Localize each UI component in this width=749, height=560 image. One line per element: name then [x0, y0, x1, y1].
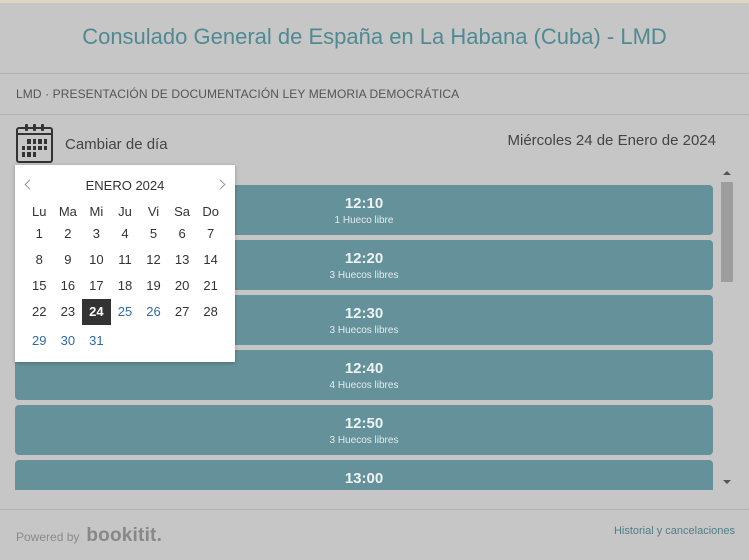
calendar-day: 16: [60, 278, 76, 293]
calendar-day: 7: [207, 226, 215, 241]
scroll-down-icon[interactable]: [723, 480, 731, 484]
weekday-label: Ma: [58, 204, 77, 219]
week-row: 22 23 24 25 26 27 28: [25, 299, 225, 325]
calendar-day: 8: [35, 252, 43, 267]
calendar-day-empty: [139, 328, 168, 354]
time-slot[interactable]: 13:00: [15, 460, 713, 490]
calendar-day: 10: [89, 252, 104, 267]
week-row: 1 2 3 4 5 6 7: [25, 221, 225, 247]
datepicker-month-title: ENERO 2024: [85, 178, 165, 193]
calendar-day: 14: [203, 252, 218, 267]
weekday-label: Lu: [32, 204, 47, 219]
weekday-label: Mi: [89, 204, 104, 219]
slot-list-scrollbar[interactable]: [719, 166, 735, 490]
scroll-up-icon[interactable]: [723, 171, 731, 175]
calendar-day: 4: [121, 226, 129, 241]
next-month-chevron-icon[interactable]: [215, 178, 229, 192]
weekday-label: Do: [202, 204, 219, 219]
change-day-button[interactable]: Cambiar de día: [65, 136, 168, 153]
weekday-header-row: Lu Ma Mi Ju Vi Sa Do: [25, 203, 225, 221]
calendar-day: 15: [32, 278, 47, 293]
day-selector-bar: Cambiar de día Miércoles 24 de Enero de …: [0, 116, 749, 166]
week-row: 8 9 10 11 12 13 14: [25, 247, 225, 273]
calendar-day: 13: [174, 252, 190, 267]
bookitit-logo: bookitit.: [86, 525, 163, 546]
week-row: 15 16 17 18 19 20 21: [25, 273, 225, 299]
calendar-day: 27: [174, 304, 190, 319]
page-footer: Powered by bookitit. Historial y cancela…: [0, 509, 749, 555]
slot-availability: 4 Huecos libres: [329, 380, 399, 391]
calendar-day-empty: [168, 328, 197, 354]
calendar-day: 28: [203, 304, 218, 319]
calendar-day-empty: [111, 328, 140, 354]
weekday-label: Ju: [118, 204, 132, 219]
calendar-day: 12: [146, 252, 161, 267]
calendar-day-available[interactable]: 29: [25, 328, 54, 354]
calendar-day-selected[interactable]: 24: [82, 299, 111, 325]
datepicker-grid: Lu Ma Mi Ju Vi Sa Do 1 2 3 4 5 6 7 8 9 1…: [25, 203, 225, 354]
calendar-day-available[interactable]: 26: [139, 299, 168, 325]
scrollbar-thumb[interactable]: [721, 182, 733, 282]
calendar-icon[interactable]: [16, 124, 53, 163]
calendar-day: 2: [64, 226, 72, 241]
datepicker-popup: ENERO 2024 Lu Ma Mi Ju Vi Sa Do 1 2 3 4 …: [15, 165, 235, 362]
powered-by: Powered by bookitit.: [16, 525, 162, 547]
calendar-day: 5: [149, 226, 158, 241]
service-bar: LMD · PRESENTACIÓN DE DOCUMENTACIÓN LEY …: [0, 73, 749, 115]
slot-time: 12:40: [344, 360, 384, 377]
calendar-day: 18: [117, 278, 133, 293]
powered-by-label: Powered by: [16, 530, 80, 544]
page-title: Consulado General de España en La Habana…: [82, 24, 667, 49]
calendar-day: 11: [118, 252, 132, 267]
week-row: 29 30 31: [25, 328, 225, 354]
calendar-day-empty: [196, 328, 225, 354]
slot-time: 12:50: [344, 415, 384, 432]
page-header: Consulado General de España en La Habana…: [0, 3, 749, 73]
calendar-day: 20: [174, 278, 190, 293]
weekday-label: Sa: [174, 204, 191, 219]
service-name: LMD · PRESENTACIÓN DE DOCUMENTACIÓN LEY …: [16, 87, 460, 101]
calendar-day-available[interactable]: 30: [54, 328, 83, 354]
calendar-day: 23: [60, 304, 76, 319]
slot-availability: 3 Huecos libres: [329, 435, 399, 446]
calendar-day: 1: [35, 226, 43, 241]
calendar-day: 22: [32, 304, 47, 319]
calendar-day: 6: [178, 226, 186, 241]
weekday-label: Vi: [147, 204, 160, 219]
calendar-day: 21: [203, 278, 218, 293]
calendar-day-available[interactable]: 31: [82, 328, 111, 354]
datepicker-header: ENERO 2024: [15, 165, 235, 205]
calendar-day: 3: [92, 226, 101, 241]
calendar-day: 9: [64, 252, 72, 267]
time-slot[interactable]: 12:50 3 Huecos libres: [15, 405, 713, 455]
calendar-day: 17: [89, 278, 104, 293]
history-cancellations-link[interactable]: Historial y cancelaciones: [614, 525, 735, 537]
calendar-day: 19: [146, 278, 161, 293]
slot-time: 13:00: [344, 470, 384, 487]
current-date-label: Miércoles 24 de Enero de 2024: [507, 132, 716, 149]
calendar-day-available[interactable]: 25: [111, 299, 140, 325]
